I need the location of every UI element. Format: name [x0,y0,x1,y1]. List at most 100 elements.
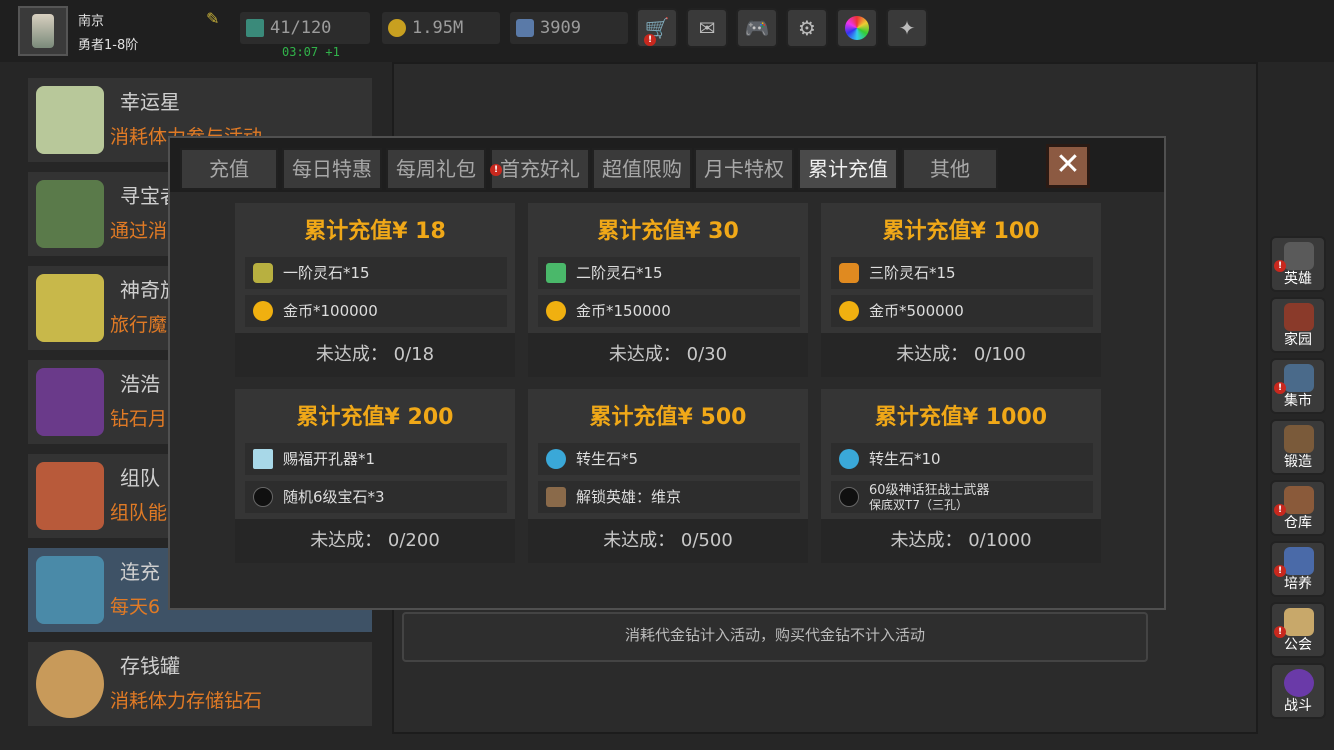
card-status: 未达成： 0/100 [821,333,1101,377]
tab-weekly-pack[interactable]: 每周礼包 [386,148,486,190]
item-label: 金币*150000 [576,302,671,320]
tab-first-recharge[interactable]: 首充好礼! [490,148,590,190]
viking-hero-icon [546,487,566,507]
menu-label: 家园 [1284,332,1312,348]
menu-market[interactable]: ! 集市 [1270,358,1326,414]
gem-card-icon [36,368,104,436]
reward-item[interactable]: 解锁英雄：维京 [538,481,800,513]
close-icon: ✕ [1055,147,1081,182]
tier3-spirit-stone-icon [839,263,859,283]
tab-limited[interactable]: 超值限购 [592,148,692,190]
item-label: 转生石*10 [869,450,941,468]
reward-card: 累计充值¥ 30 二阶灵石*15 金币*150000 未达成： 0/30 [527,202,809,378]
menu-label: 集市 [1284,393,1312,409]
menu-hero[interactable]: ! 英雄 [1270,236,1326,292]
reward-item[interactable]: 随机6级宝石*3 [245,481,507,513]
tab-cumulative[interactable]: 累计充值 [798,148,898,190]
reward-item[interactable]: 金币*150000 [538,295,800,327]
tab-daily-deal[interactable]: 每日特惠 [282,148,382,190]
item-label: 三阶灵石*15 [869,264,956,282]
diamond-counter: 3909 [510,12,628,44]
card-status: 未达成： 0/1000 [821,519,1101,563]
menu-label: 仓库 [1284,515,1312,531]
stamina-icon [246,19,264,37]
player-avatar[interactable] [18,6,68,56]
item-label: 赐福开孔器*1 [283,450,376,468]
settings-button[interactable]: ⚙ [786,8,828,48]
reward-item[interactable]: 转生石*5 [538,443,800,475]
tier2-spirit-stone-icon [546,263,566,283]
reward-item[interactable]: 金币*500000 [831,295,1093,327]
mail-button[interactable]: ✉ [686,8,728,48]
diamond-icon [516,19,534,37]
gold-coin-icon [253,301,273,321]
crystal-chest-icon [36,556,104,624]
item-sublabel: 保底双T7（三孔） [869,498,968,512]
card-status: 未达成： 0/18 [235,333,515,377]
item-label: 转生石*5 [576,450,639,468]
right-menu: ! 英雄 家园 ! 集市 锻造 ! 仓库 ! 培养 ! 公会 战斗 [1270,236,1326,724]
menu-label: 锻造 [1284,454,1312,470]
menu-label: 战斗 [1284,698,1312,714]
top-bar: 南京 勇者1-8阶 ✎ 41/120 03:07 +1 1.95M 3909 🛒… [0,0,1334,62]
reward-item[interactable]: 转生石*10 [831,443,1093,475]
gamepad-icon: 🎮 [744,16,770,40]
shop-button[interactable]: 🛒! [636,8,678,48]
activity-desc: 每天6 [110,596,161,618]
player-rank: 勇者1-8阶 [78,38,139,53]
tab-label: 首充好礼 [500,157,580,181]
diamond-value: 3909 [540,18,581,38]
reward-item[interactable]: 三阶灵石*15 [831,257,1093,289]
reward-item[interactable]: 一阶灵石*15 [245,257,507,289]
reward-card: 累计充值¥ 500 转生石*5 解锁英雄：维京 未达成： 0/500 [527,388,809,564]
piggy-bank-icon [36,650,104,718]
anvil-icon [1284,425,1314,453]
menu-battle[interactable]: 战斗 [1270,663,1326,719]
lucky-star-icon [36,86,104,154]
color-wheel-button[interactable] [836,8,878,48]
stamina-counter: 41/120 [240,12,370,44]
gold-coin-icon [839,301,859,321]
shop-alert-badge: ! [644,34,656,46]
item-label: 二阶灵石*15 [576,264,663,282]
menu-training[interactable]: ! 培养 [1270,541,1326,597]
reward-card: 累计充值¥ 18 一阶灵石*15 金币*100000 未达成： 0/18 [234,202,516,378]
card-title: 累计充值¥ 30 [597,219,739,244]
chest-icon [36,462,104,530]
market-stall-icon [1284,364,1314,392]
activity-desc: 旅行魔 [110,314,168,336]
activity-item-piggy-bank[interactable]: 存钱罐 消耗体力存储钻石 [28,642,372,726]
gamepad-button[interactable]: 🎮 [736,8,778,48]
menu-label: 公会 [1284,637,1312,653]
menu-guild[interactable]: ! 公会 [1270,602,1326,658]
card-status: 未达成： 0/200 [235,519,515,563]
reward-item[interactable]: 金币*100000 [245,295,507,327]
menu-home[interactable]: 家园 [1270,297,1326,353]
guild-crest-icon [1284,608,1314,636]
castle-icon [1284,303,1314,331]
edit-icon[interactable]: ✎ [206,10,224,28]
card-title: 累计充值¥ 18 [304,219,446,244]
activity-desc: 组队能 [110,502,168,524]
wing-button[interactable]: ✦ [886,8,928,48]
reward-item[interactable]: 赐福开孔器*1 [245,443,507,475]
card-status: 未达成： 0/500 [528,519,808,563]
menu-forge[interactable]: 锻造 [1270,419,1326,475]
rebirth-stone-icon [839,449,859,469]
reward-item[interactable]: 60级神话狂战士武器 保底双T7（三孔） [831,481,1093,513]
mystery-weapon-icon [839,487,859,507]
item-label: 随机6级宝石*3 [283,488,385,506]
card-title: 累计充值¥ 100 [882,219,1040,244]
stamina-timer: 03:07 +1 [282,45,340,59]
avatar-portrait [32,14,54,48]
tab-monthly-card[interactable]: 月卡特权 [694,148,794,190]
reward-card: 累计充值¥ 100 三阶灵石*15 金币*500000 未达成： 0/100 [820,202,1102,378]
activity-title: 存钱罐 [120,654,180,678]
tab-other[interactable]: 其他 [902,148,998,190]
menu-warehouse[interactable]: ! 仓库 [1270,480,1326,536]
gold-counter: 1.95M [382,12,500,44]
close-button[interactable]: ✕ [1046,144,1090,188]
note-box: 消耗代金钻计入活动，购买代金钻不计入活动 [402,612,1148,662]
tab-recharge[interactable]: 充值 [180,148,278,190]
reward-item[interactable]: 二阶灵石*15 [538,257,800,289]
